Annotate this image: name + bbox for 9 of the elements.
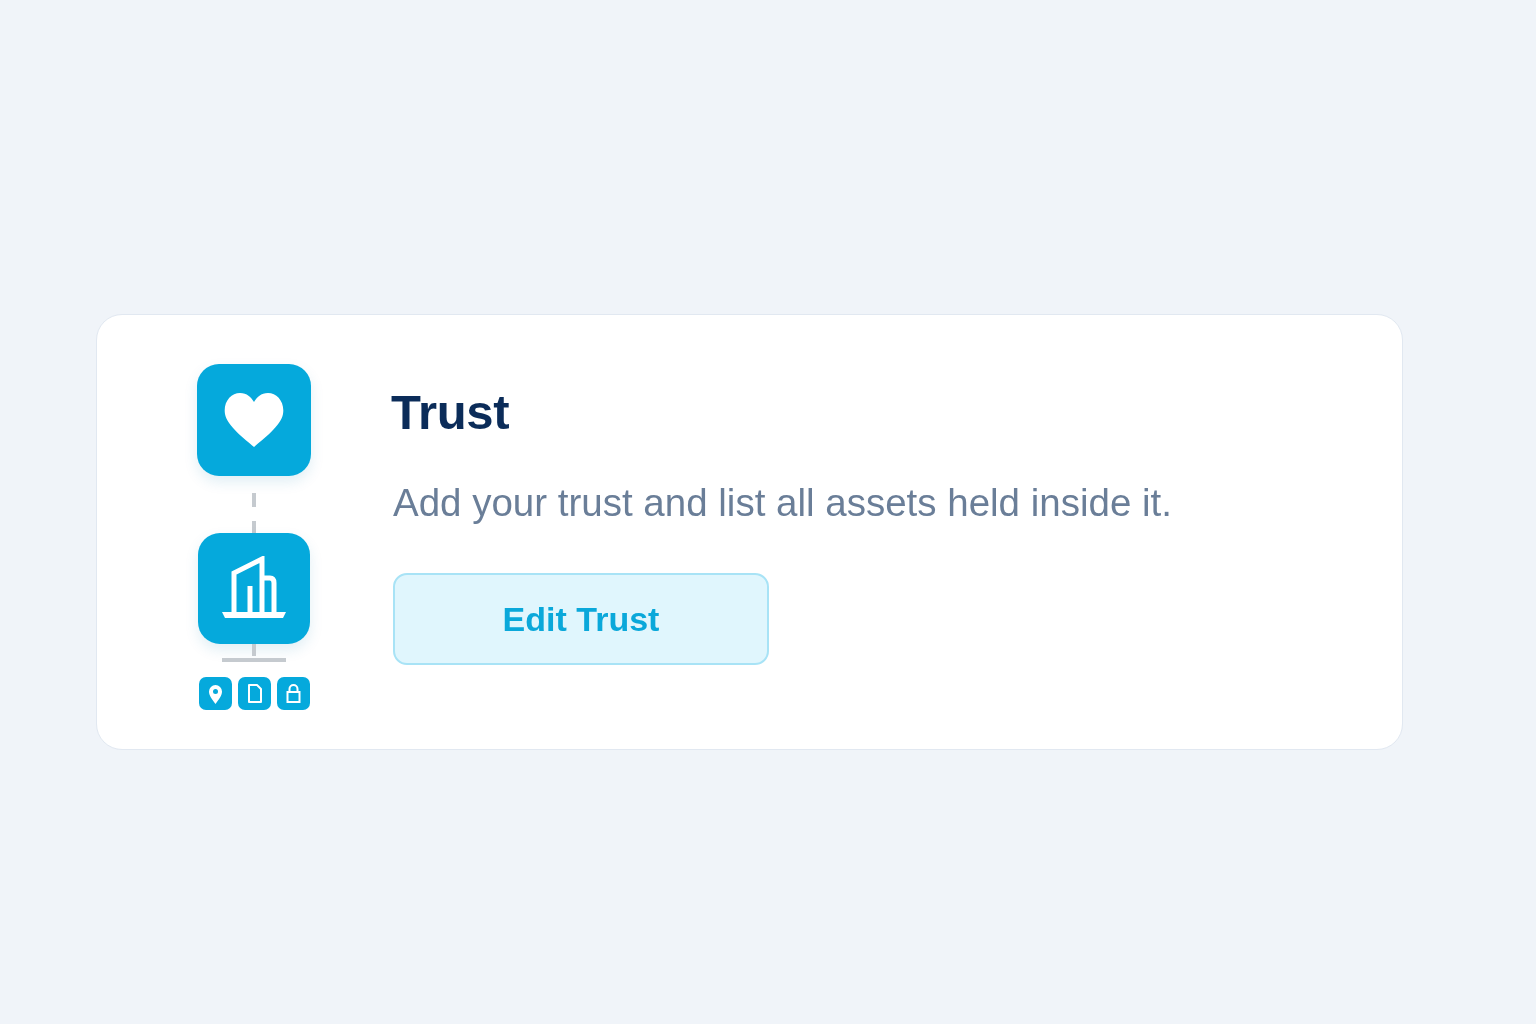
dashed-connector bbox=[252, 493, 256, 533]
document-icon bbox=[237, 677, 271, 710]
lock-icon bbox=[276, 677, 310, 710]
edit-trust-button[interactable]: Edit Trust bbox=[393, 573, 769, 665]
location-pin-icon bbox=[198, 677, 232, 710]
building-icon bbox=[198, 533, 310, 644]
card-title: Trust bbox=[391, 384, 510, 441]
card-description: Add your trust and list all assets held inside it. bbox=[393, 481, 1172, 525]
connector-line bbox=[222, 644, 286, 662]
